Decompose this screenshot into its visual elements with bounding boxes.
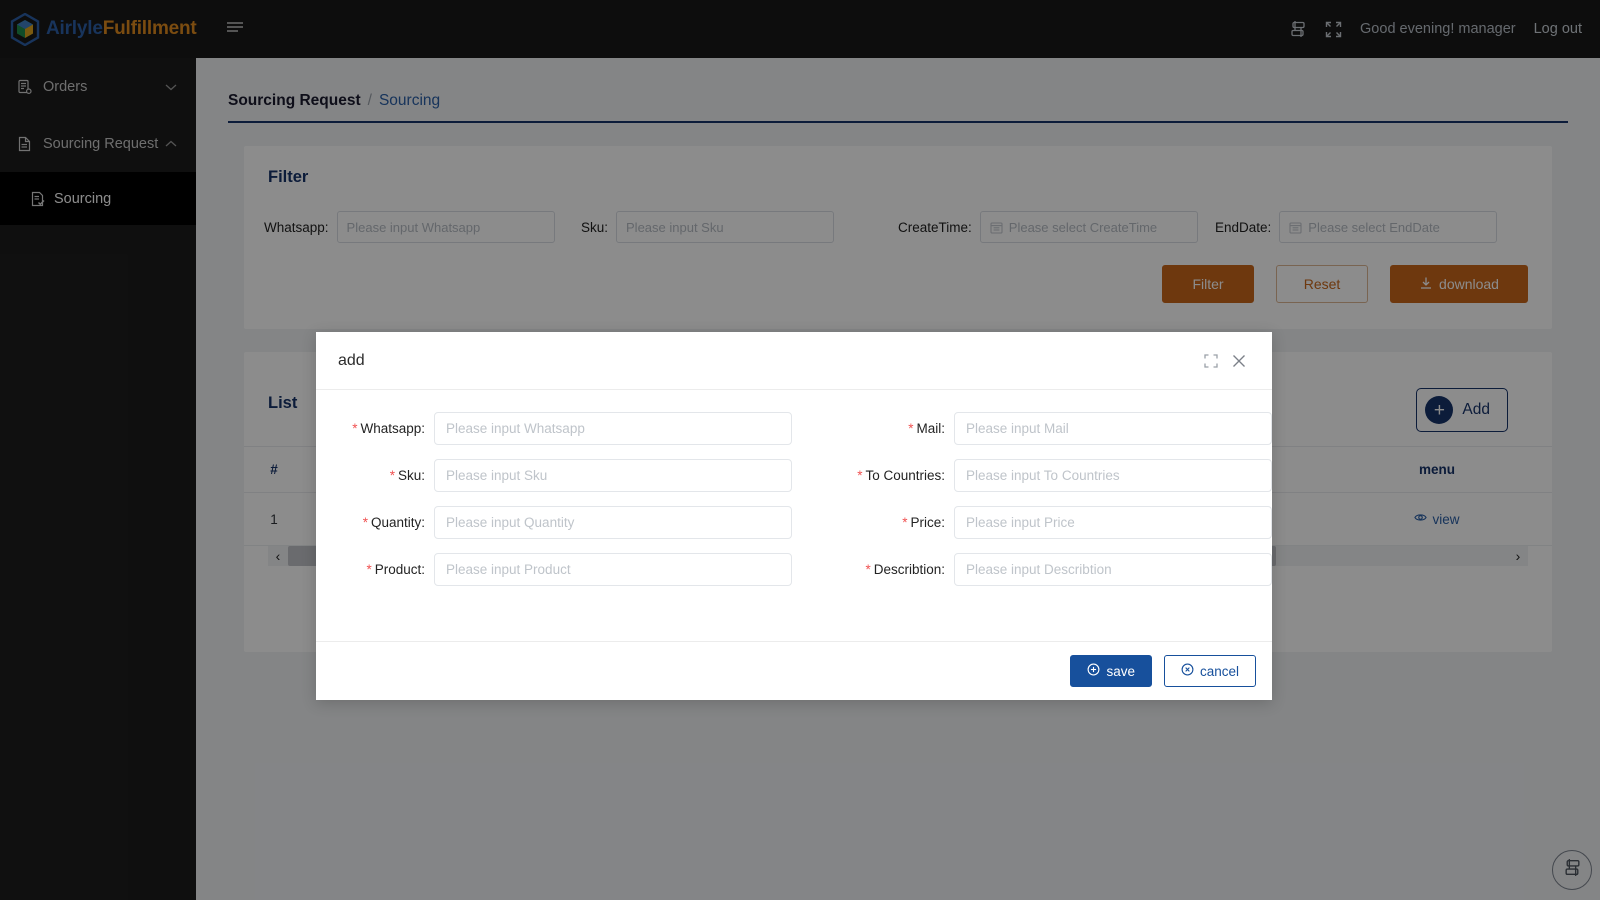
modal-label-to-countries-text: To Countries: <box>865 468 945 483</box>
modal-label-product-text: Product: <box>375 562 425 577</box>
modal-row-3: *Quantity: Please input Quantity *Price:… <box>316 506 1272 539</box>
modal-label-mail: *Mail: <box>794 421 954 436</box>
modal-label-sku-text: Sku: <box>398 468 425 483</box>
modal-input-whatsapp[interactable]: Please input Whatsapp <box>434 412 792 445</box>
required-asterisk: * <box>902 515 907 530</box>
required-asterisk: * <box>366 562 371 577</box>
modal-header-actions <box>1204 354 1246 368</box>
save-button-label: save <box>1106 664 1135 679</box>
modal-label-quantity: *Quantity: <box>316 515 434 530</box>
modal-field-sku: *Sku: Please input Sku <box>316 459 794 492</box>
modal-label-whatsapp: *Whatsapp: <box>316 421 434 436</box>
required-asterisk: * <box>908 421 913 436</box>
modal-input-mail[interactable]: Please input Mail <box>954 412 1272 445</box>
modal-body: *Whatsapp: Please input Whatsapp *Mail: … <box>316 390 1272 641</box>
modal-header: add <box>316 332 1272 390</box>
modal-title: add <box>338 352 365 370</box>
modal-field-to-countries: *To Countries: Please input To Countries <box>794 459 1272 492</box>
modal-label-quantity-text: Quantity: <box>371 515 425 530</box>
modal-label-describtion-text: Describtion: <box>874 562 945 577</box>
add-modal: add *Whatsapp: Pleas <box>316 332 1272 700</box>
cancel-button-label: cancel <box>1200 664 1239 679</box>
required-asterisk: * <box>390 468 395 483</box>
required-asterisk: * <box>857 468 862 483</box>
modal-label-product: * Product: <box>316 562 434 577</box>
modal-label-describtion: * Describtion: <box>794 562 954 577</box>
modal-input-product[interactable]: Please input Product <box>434 553 792 586</box>
required-asterisk: * <box>363 515 368 530</box>
layout-size-icon <box>1563 858 1582 882</box>
expand-icon[interactable] <box>1204 354 1218 368</box>
modal-label-price: *Price: <box>794 515 954 530</box>
save-button[interactable]: save <box>1070 655 1152 687</box>
modal-label-sku: *Sku: <box>316 468 434 483</box>
modal-field-quantity: *Quantity: Please input Quantity <box>316 506 794 539</box>
cancel-button[interactable]: cancel <box>1164 655 1256 687</box>
modal-label-mail-text: Mail: <box>916 421 945 436</box>
circle-close-icon <box>1181 663 1194 679</box>
modal-input-quantity[interactable]: Please input Quantity <box>434 506 792 539</box>
modal-input-describtion[interactable]: Please input Describtion <box>954 553 1272 586</box>
modal-label-to-countries: *To Countries: <box>794 468 954 483</box>
modal-field-mail: *Mail: Please input Mail <box>794 412 1272 445</box>
required-asterisk: * <box>352 421 357 436</box>
modal-label-price-text: Price: <box>910 515 945 530</box>
modal-input-sku[interactable]: Please input Sku <box>434 459 792 492</box>
app-root: AirlyleFulfillment Orders <box>0 0 1600 900</box>
floating-layout-button[interactable] <box>1552 850 1592 890</box>
modal-field-price: *Price: Please input Price <box>794 506 1272 539</box>
modal-row-1: *Whatsapp: Please input Whatsapp *Mail: … <box>316 412 1272 445</box>
modal-input-price[interactable]: Please input Price <box>954 506 1272 539</box>
modal-field-product: * Product: Please input Product <box>316 553 794 586</box>
modal-field-whatsapp: *Whatsapp: Please input Whatsapp <box>316 412 794 445</box>
modal-row-4: * Product: Please input Product * Describt… <box>316 553 1272 586</box>
modal-row-2: *Sku: Please input Sku *To Countries: Pl… <box>316 459 1272 492</box>
modal-input-to-countries[interactable]: Please input To Countries <box>954 459 1272 492</box>
required-asterisk: * <box>865 562 870 577</box>
modal-footer: save cancel <box>316 641 1272 700</box>
close-icon[interactable] <box>1232 354 1246 368</box>
modal-field-describtion: * Describtion: Please input Describtion <box>794 553 1272 586</box>
circle-plus-icon <box>1087 663 1100 679</box>
modal-label-whatsapp-text: Whatsapp: <box>360 421 425 436</box>
